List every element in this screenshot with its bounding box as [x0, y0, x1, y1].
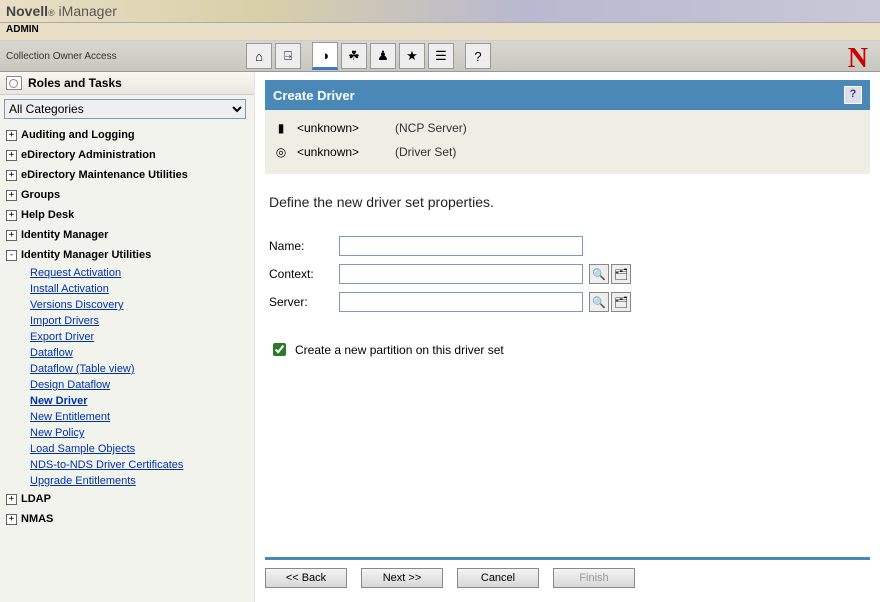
- tree-group-label: Groups: [21, 189, 60, 201]
- tree-link[interactable]: Versions Discovery: [30, 297, 254, 313]
- expand-icon[interactable]: +: [6, 190, 17, 201]
- tree-link[interactable]: New Entitlement: [30, 409, 254, 425]
- tree-link[interactable]: Dataflow: [30, 345, 254, 361]
- tree-group[interactable]: + Help Desk: [0, 205, 254, 225]
- partition-label: Create a new partition on this driver se…: [295, 343, 504, 357]
- tree-group-label: Help Desk: [21, 209, 74, 221]
- help-icon[interactable]: ?: [465, 43, 491, 69]
- row-context: Context: 🔍 🗂: [269, 264, 866, 284]
- expand-icon[interactable]: +: [6, 210, 17, 221]
- sidebar-tree: + Auditing and Logging + eDirectory Adminis…: [0, 123, 254, 587]
- context-info-box: ▮ <unknown> (NCP Server) ◎ <unknown> (Dr…: [265, 110, 870, 174]
- tool-strip: Collection Owner Access ⌂ ⍈ ◑ ☘ ♟ ★ ☰ ? …: [0, 41, 880, 72]
- tree-group[interactable]: + Groups: [0, 185, 254, 205]
- favorites-icon[interactable]: ★: [399, 43, 425, 69]
- finish-button[interactable]: Finish: [553, 568, 635, 588]
- tree-group[interactable]: + Auditing and Logging: [0, 125, 254, 145]
- context-search-icon[interactable]: 🔍: [589, 264, 609, 284]
- tree-group-label: eDirectory Maintenance Utilities: [21, 169, 188, 181]
- tree-link[interactable]: Install Activation: [30, 281, 254, 297]
- server-label: Server:: [269, 295, 339, 309]
- server-history-icon[interactable]: 🗂: [611, 292, 631, 312]
- server-input[interactable]: [339, 292, 583, 312]
- config-icon[interactable]: ♟: [370, 43, 396, 69]
- button-bar: << Back Next >> Cancel Finish: [265, 557, 870, 588]
- name-input[interactable]: [339, 236, 583, 256]
- panel-help-icon[interactable]: ?: [844, 86, 862, 104]
- context-history-icon[interactable]: 🗂: [611, 264, 631, 284]
- tree-group-label: Identity Manager Utilities: [21, 249, 151, 261]
- tree-link[interactable]: New Policy: [30, 425, 254, 441]
- row-server: Server: 🔍 🗂: [269, 292, 866, 312]
- category-select[interactable]: All Categories: [4, 99, 246, 119]
- name-label: Name:: [269, 239, 339, 253]
- home-icon[interactable]: ⌂: [246, 43, 272, 69]
- row-name: Name:: [269, 236, 866, 256]
- view-icon[interactable]: ◑: [312, 42, 338, 70]
- info-row-server: ▮ <unknown> (NCP Server): [273, 116, 862, 140]
- tree-group[interactable]: + eDirectory Administration: [0, 145, 254, 165]
- tree-group-label: Identity Manager: [21, 229, 108, 241]
- sidebar-title: Roles and Tasks: [28, 76, 122, 90]
- tree-link[interactable]: Load Sample Objects: [30, 441, 254, 457]
- server-type: (NCP Server): [395, 121, 467, 135]
- tree-group[interactable]: + NMAS: [0, 509, 254, 529]
- context-label: Context:: [269, 267, 339, 281]
- form-area: Define the new driver set properties. Na…: [265, 174, 870, 359]
- partition-checkbox[interactable]: [273, 343, 286, 356]
- expand-icon[interactable]: +: [6, 170, 17, 181]
- expand-icon[interactable]: +: [6, 514, 17, 525]
- tree-link[interactable]: Import Drivers: [30, 313, 254, 329]
- server-icon: ▮: [273, 120, 289, 136]
- server-name: <unknown>: [297, 121, 387, 135]
- form-lead: Define the new driver set properties.: [269, 194, 866, 210]
- admin-bar: ADMIN: [0, 23, 880, 41]
- novell-n-logo: N: [848, 43, 868, 75]
- panel-title-bar: Create Driver ?: [265, 80, 870, 110]
- tree-link[interactable]: Request Activation: [30, 265, 254, 281]
- server-search-icon[interactable]: 🔍: [589, 292, 609, 312]
- back-button[interactable]: << Back: [265, 568, 347, 588]
- tree-link[interactable]: Dataflow (Table view): [30, 361, 254, 377]
- expand-icon[interactable]: +: [6, 130, 17, 141]
- driverset-icon: ◎: [273, 144, 289, 160]
- tree-link[interactable]: Upgrade Entitlements: [30, 473, 254, 489]
- tree-group-label: Auditing and Logging: [21, 129, 135, 141]
- toolbar-icons: ⌂ ⍈ ◑ ☘ ♟ ★ ☰ ?: [246, 42, 494, 70]
- access-label: Collection Owner Access: [0, 51, 246, 62]
- tree-group[interactable]: -Identity Manager Utilities: [0, 245, 254, 265]
- tasks-icon[interactable]: ☰: [428, 43, 454, 69]
- exit-icon[interactable]: ⍈: [275, 43, 301, 69]
- tree-group[interactable]: + Identity Manager: [0, 225, 254, 245]
- sidebar-header: Roles and Tasks: [0, 72, 254, 95]
- tree-link[interactable]: Export Driver: [30, 329, 254, 345]
- sidebar: Roles and Tasks All Categories + Auditing…: [0, 72, 255, 602]
- top-banner: Novell® iManager: [0, 0, 880, 23]
- roles-icon[interactable]: ☘: [341, 43, 367, 69]
- next-button[interactable]: Next >>: [361, 568, 443, 588]
- tree-group[interactable]: + eDirectory Maintenance Utilities: [0, 165, 254, 185]
- expand-icon[interactable]: +: [6, 150, 17, 161]
- collapse-icon[interactable]: -: [6, 250, 17, 261]
- panel-title: Create Driver: [273, 88, 355, 103]
- expand-icon[interactable]: +: [6, 494, 17, 505]
- tree-link[interactable]: Design Dataflow: [30, 377, 254, 393]
- app-title: Novell® iManager: [6, 3, 117, 19]
- tree-group-label: LDAP: [21, 493, 51, 505]
- main-panel: Create Driver ? ▮ <unknown> (NCP Server)…: [255, 72, 880, 602]
- roles-tasks-icon: [6, 76, 22, 90]
- partition-checkbox-row: Create a new partition on this driver se…: [269, 340, 866, 359]
- expand-icon[interactable]: +: [6, 230, 17, 241]
- tree-link[interactable]: New Driver: [30, 393, 254, 409]
- tree-link[interactable]: NDS-to-NDS Driver Certificates: [30, 457, 254, 473]
- driverset-type: (Driver Set): [395, 145, 456, 159]
- cancel-button[interactable]: Cancel: [457, 568, 539, 588]
- tree-group-label: eDirectory Administration: [21, 149, 156, 161]
- tree-group[interactable]: + LDAP: [0, 489, 254, 509]
- context-input[interactable]: [339, 264, 583, 284]
- info-row-driverset: ◎ <unknown> (Driver Set): [273, 140, 862, 164]
- tree-group-label: NMAS: [21, 513, 53, 525]
- driverset-name: <unknown>: [297, 145, 387, 159]
